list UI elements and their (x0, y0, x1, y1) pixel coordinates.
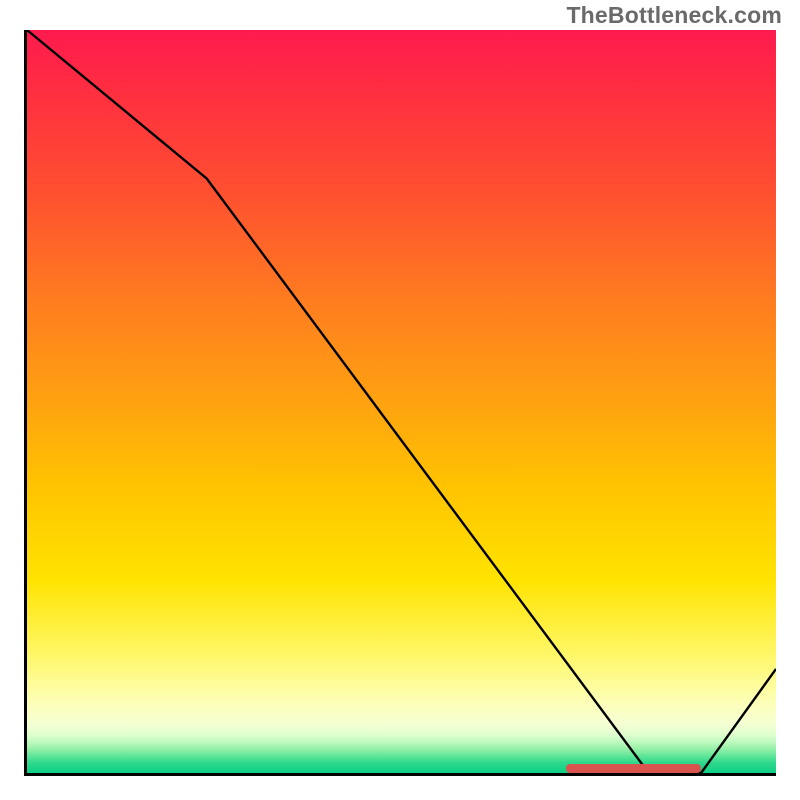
watermark-text: TheBottleneck.com (566, 2, 782, 29)
plot-area (24, 30, 776, 776)
optimal-range-marker (566, 764, 701, 773)
bottleneck-curve (27, 30, 776, 773)
chart-container: TheBottleneck.com (0, 0, 800, 800)
